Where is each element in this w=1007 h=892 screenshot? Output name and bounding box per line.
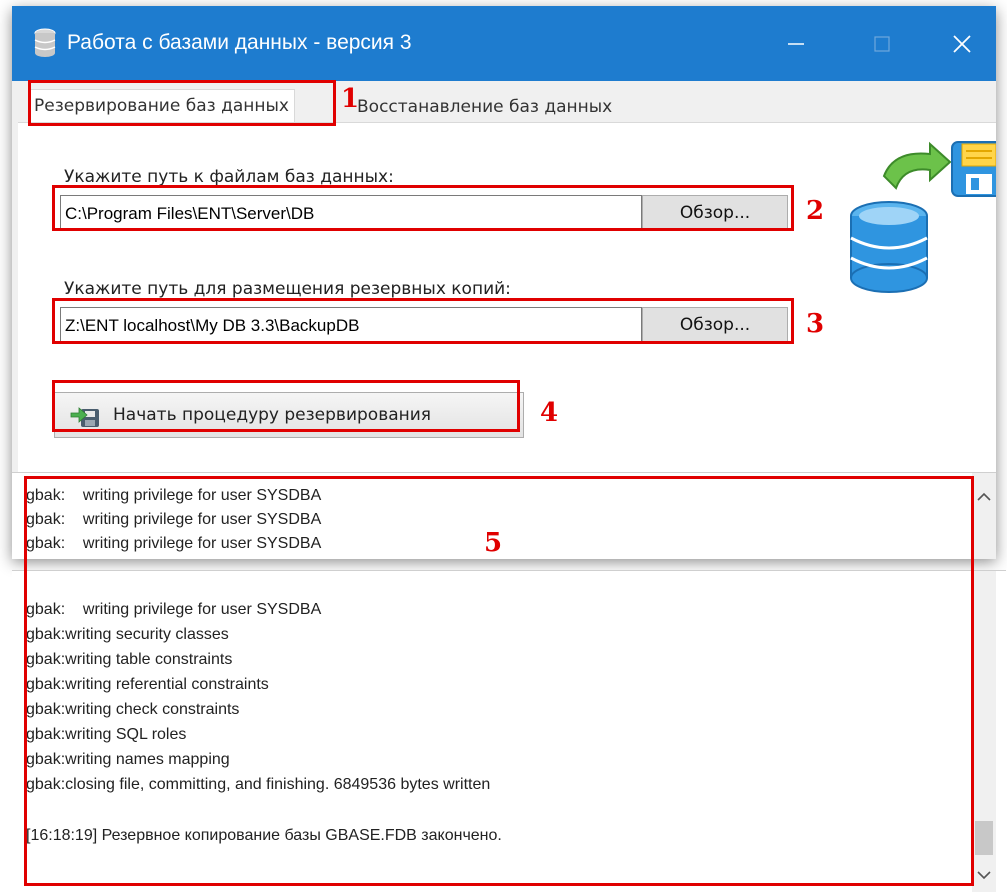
database-app-icon	[34, 28, 56, 57]
backup-path-label: Укажите путь для размещения резервных ко…	[64, 279, 511, 299]
marker-2: 2	[806, 196, 825, 226]
tab-restore[interactable]: Восстанавление баз данных	[357, 91, 612, 123]
highlight-box-start	[52, 380, 520, 432]
highlight-box-tab	[28, 80, 336, 126]
log-scrollbar-bottom[interactable]	[972, 571, 996, 892]
marker-1: 1	[341, 84, 360, 114]
marker-3: 3	[806, 309, 825, 339]
minimize-icon	[788, 42, 804, 45]
scroll-down-icon[interactable]	[972, 863, 996, 887]
scroll-thumb[interactable]	[975, 821, 993, 855]
title-bar[interactable]: Работа с базами данных - версия 3	[12, 6, 996, 81]
highlight-box-source	[52, 185, 794, 231]
scroll-up-icon[interactable]	[972, 485, 996, 509]
highlight-box-backup	[52, 298, 794, 344]
database-backup-icon	[850, 141, 996, 293]
close-icon	[953, 34, 971, 53]
maximize-icon	[874, 35, 890, 52]
minimize-button[interactable]	[756, 6, 836, 81]
window-title: Работа с базами данных - версия 3	[67, 31, 412, 54]
marker-4: 4	[540, 398, 559, 428]
marker-5: 5	[484, 528, 503, 558]
log-scrollbar-top[interactable]	[972, 473, 996, 559]
close-button[interactable]	[922, 6, 996, 81]
maximize-button[interactable]	[842, 6, 922, 81]
source-path-label: Укажите путь к файлам баз данных:	[64, 167, 394, 187]
